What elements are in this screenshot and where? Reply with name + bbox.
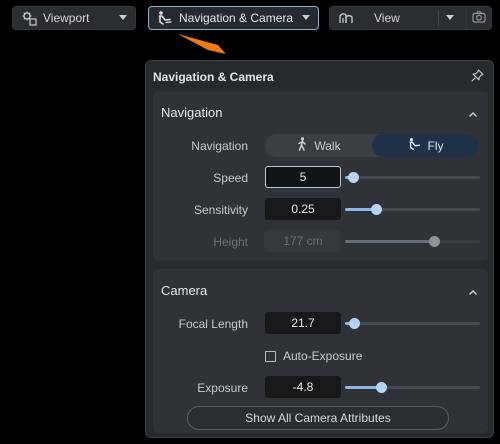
chevron-up-icon[interactable] [468,107,478,121]
exposure-slider-thumb[interactable] [376,382,387,393]
show-all-camera-attributes-button[interactable]: Show All Camera Attributes [187,406,449,430]
fly-person-icon [408,137,422,154]
navigation-camera-menu-button[interactable]: Navigation & Camera [148,6,319,30]
sensitivity-input[interactable]: 0.25 [265,198,341,220]
chevron-down-icon [302,15,310,20]
mode-walk-label: Walk [314,138,341,153]
auto-exposure-label: Auto-Exposure [283,349,363,363]
camera-icon [472,10,486,27]
focal-length-label: Focal Length [178,317,248,331]
chevron-up-icon[interactable] [468,285,478,299]
sensitivity-label: Sensitivity [193,203,248,217]
speed-label: Speed [213,171,248,185]
chevron-down-icon [119,15,127,20]
height-input: 177 cm [265,230,341,252]
checkbox-box[interactable] [265,350,276,362]
camera-button[interactable] [466,6,492,30]
navigation-section: Navigation Navigation Walk Fly Speed 5 S… [153,91,488,261]
focal-length-input[interactable]: 21.7 [265,312,341,334]
speed-slider[interactable] [345,170,480,184]
navigation-camera-panel: Navigation & Camera Navigation Navigatio… [145,60,494,438]
height-label: Height [213,235,248,249]
auto-exposure-checkbox[interactable]: Auto-Exposure [265,349,362,363]
chevron-down-icon [446,15,454,20]
focal-length-slider[interactable] [345,316,480,330]
mode-walk-option[interactable]: Walk [265,134,372,157]
height-slider [345,234,480,248]
fly-person-icon [157,10,173,26]
pin-icon[interactable] [471,69,484,85]
viewport-menu-button[interactable]: Viewport [12,6,136,30]
pointer-arrow-icon [178,34,226,54]
sensitivity-slider-thumb[interactable] [371,204,382,215]
mode-fly-option[interactable]: Fly [372,134,479,157]
walking-person-icon [296,137,308,154]
speed-slider-thumb[interactable] [348,172,359,183]
camera-section-title: Camera [161,283,208,298]
navigation-mode-selector[interactable]: Walk Fly [265,134,479,157]
height-slider-thumb [429,236,440,247]
view-menu-label: View [374,11,400,25]
navigation-camera-menu-label: Navigation & Camera [179,11,294,25]
navigation-section-title: Navigation [161,105,223,120]
sensitivity-slider[interactable] [345,202,480,216]
viewport-settings-icon [21,10,37,26]
exposure-label: Exposure [197,381,248,395]
camera-section: Camera Focal Length 21.7 Auto-Exposure E… [153,269,488,433]
exposure-slider[interactable] [345,380,480,394]
panel-title: Navigation & Camera [153,70,274,84]
toolbar-divider [438,10,439,26]
mode-fly-label: Fly [427,138,444,153]
view-menu-button[interactable]: View [329,6,466,30]
perspective-icon [338,10,354,26]
speed-input[interactable]: 5 [265,166,341,188]
navigation-mode-label: Navigation [191,139,248,153]
focal-length-slider-thumb[interactable] [349,318,360,329]
exposure-input[interactable]: -4.8 [265,376,341,398]
viewport-menu-label: Viewport [43,11,90,25]
